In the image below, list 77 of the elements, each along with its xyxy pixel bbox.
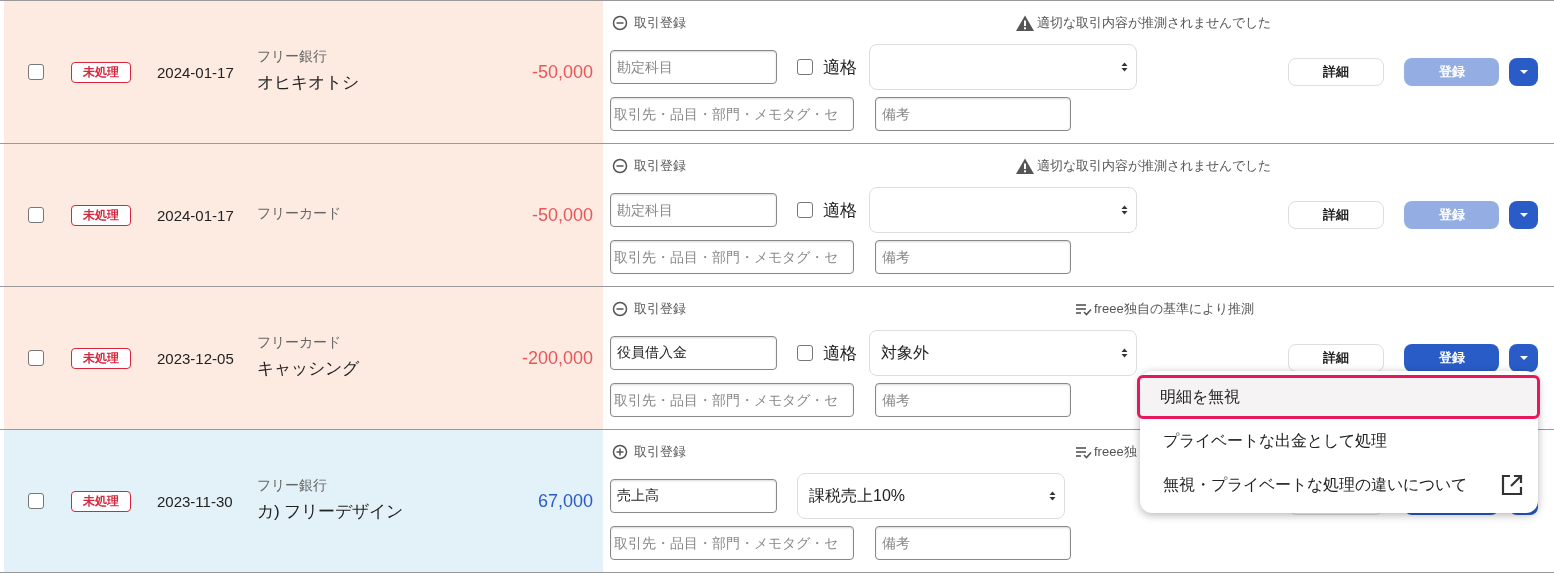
memo-field[interactable]: 備考 — [875, 97, 1071, 131]
updown-arrow-icon — [1121, 205, 1128, 215]
tax-select[interactable]: 対象外 — [869, 330, 1137, 376]
warning-icon — [1015, 14, 1035, 32]
row-checkbox[interactable] — [28, 350, 44, 366]
tax-select[interactable]: 課税売上10% — [797, 473, 1065, 519]
menu-item[interactable]: 明細を無視 — [1137, 375, 1540, 419]
detail-button[interactable]: 詳細 — [1288, 344, 1384, 372]
description-text: オヒキオトシ — [257, 72, 360, 94]
register-toggle[interactable]: 取引登録 — [634, 443, 686, 461]
qualified-checkbox[interactable] — [797, 345, 813, 361]
caret-icon — [1519, 213, 1528, 217]
memo-field[interactable]: 備考 — [875, 240, 1071, 274]
date-text: 2024-01-17 — [157, 206, 235, 224]
updown-arrow-icon — [1121, 62, 1128, 72]
minus-circle-icon[interactable] — [612, 15, 628, 31]
row-checkbox[interactable] — [28, 64, 44, 80]
warning-icon — [1015, 157, 1035, 175]
updown-arrow-icon — [1121, 348, 1128, 358]
amount-text: -50,000 — [530, 61, 594, 83]
account-source: フリー銀行 — [257, 48, 328, 66]
external-link-icon[interactable] — [1501, 474, 1523, 496]
hint-text: freee独自の基準により推測 — [1094, 300, 1254, 318]
qualified-label: 適格 — [823, 56, 857, 79]
amount-text: 67,000 — [536, 490, 594, 512]
account-field[interactable]: 勘定科目 — [610, 50, 777, 84]
caret-icon — [1519, 356, 1528, 360]
updown-arrow-icon — [1049, 491, 1056, 501]
memo-field[interactable]: 備考 — [875, 383, 1071, 417]
date-text: 2023-11-30 — [157, 492, 234, 510]
minus-circle-icon[interactable] — [612, 158, 628, 174]
description-text: カ) フリーデザイン — [257, 501, 405, 523]
list-check-icon — [1075, 444, 1092, 460]
hint-text: freee独 — [1094, 443, 1137, 461]
dropdown-button[interactable] — [1509, 344, 1538, 372]
qualified-checkbox[interactable] — [797, 202, 813, 218]
description-text: キャッシング — [257, 358, 360, 380]
memo-field[interactable]: 備考 — [875, 526, 1071, 560]
register-toggle[interactable]: 取引登録 — [634, 300, 686, 318]
account-field[interactable]: 売上高 — [610, 479, 777, 513]
detail-button[interactable]: 詳細 — [1288, 58, 1384, 86]
amount-text: -50,000 — [530, 204, 594, 226]
status-badge: 未処理 — [71, 61, 131, 83]
caret-icon — [1519, 70, 1528, 74]
hint-text: 適切な取引内容が推測されませんでした — [1037, 157, 1271, 175]
partner-field[interactable]: 取引先・品目・部門・メモタグ・セ — [610, 240, 854, 274]
partner-field[interactable]: 取引先・品目・部門・メモタグ・セ — [610, 97, 854, 131]
status-badge: 未処理 — [71, 490, 131, 512]
qualified-label: 適格 — [823, 342, 857, 365]
status-badge: 未処理 — [71, 204, 131, 226]
row-checkbox[interactable] — [28, 493, 44, 509]
account-source: フリー銀行 — [257, 477, 328, 495]
dropdown-button[interactable] — [1509, 201, 1538, 229]
account-field[interactable]: 役員借入金 — [610, 336, 777, 370]
partner-field[interactable]: 取引先・品目・部門・メモタグ・セ — [610, 526, 854, 560]
row-checkbox[interactable] — [28, 207, 44, 223]
partner-field[interactable]: 取引先・品目・部門・メモタグ・セ — [610, 383, 854, 417]
qualified-checkbox[interactable] — [797, 59, 813, 75]
register-toggle[interactable]: 取引登録 — [634, 14, 686, 32]
status-badge: 未処理 — [71, 347, 131, 369]
dropdown-button[interactable] — [1509, 58, 1538, 86]
account-source: フリーカード — [257, 205, 342, 223]
amount-text: -200,000 — [520, 347, 594, 369]
account-source: フリーカード — [257, 334, 342, 352]
minus-circle-icon[interactable] — [612, 301, 628, 317]
register-button[interactable]: 登録 — [1404, 344, 1499, 372]
list-check-icon — [1075, 301, 1092, 317]
plus-circle-icon[interactable] — [612, 444, 628, 460]
menu-item[interactable]: プライベートな出金として処理 — [1140, 419, 1538, 463]
qualified-label: 適格 — [823, 199, 857, 222]
detail-button[interactable]: 詳細 — [1288, 201, 1384, 229]
date-text: 2023-12-05 — [157, 349, 235, 367]
register-toggle[interactable]: 取引登録 — [634, 157, 686, 175]
date-text: 2024-01-17 — [157, 63, 235, 81]
hint-text: 適切な取引内容が推測されませんでした — [1037, 14, 1271, 32]
menu-item[interactable]: 無視・プライベートな処理の違いについて — [1140, 463, 1538, 507]
account-field[interactable]: 勘定科目 — [610, 193, 777, 227]
